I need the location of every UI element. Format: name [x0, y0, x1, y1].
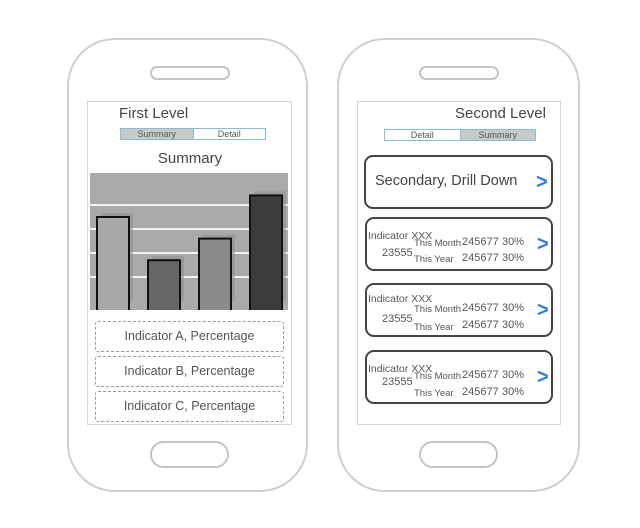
right-tab-bar: Detail Summary	[384, 129, 536, 141]
chevron-right-icon[interactable]: >	[537, 367, 549, 388]
chevron-right-icon[interactable]: >	[537, 300, 549, 321]
card-year-value: 245677	[462, 252, 499, 264]
left-page-title: First Level	[119, 105, 189, 122]
indicator-card[interactable]: Indicator XXX 23555 This Month 245677 30…	[365, 350, 553, 404]
card-year-pct: 30%	[502, 252, 525, 264]
bar-chart-svg	[90, 191, 288, 310]
card-year-label: This Year	[414, 254, 454, 265]
indicator-c-label: Indicator C, Percentage	[123, 399, 256, 413]
card-month-pct: 30%	[502, 302, 525, 314]
card-month-label: This Month	[414, 371, 461, 382]
drill-down-button[interactable]: Secondary, Drill Down >	[364, 155, 553, 209]
card-month-value: 245677	[462, 236, 499, 248]
card-indicator-value: 23555	[382, 313, 413, 325]
card-year-label: This Year	[414, 388, 454, 399]
card-indicator-value: 23555	[382, 247, 413, 259]
chart-bar[interactable]	[249, 194, 283, 310]
left-section-subtitle: Summary	[157, 150, 223, 167]
card-year-pct: 30%	[502, 386, 525, 398]
card-month-pct: 30%	[502, 369, 525, 381]
right-tab-summary[interactable]: Summary	[459, 130, 535, 140]
drill-down-label: Secondary, Drill Down	[375, 173, 518, 189]
indicator-b-box[interactable]: Indicator B, Percentage	[95, 356, 284, 387]
card-month-label: This Month	[414, 238, 461, 249]
indicator-c-box[interactable]: Indicator C, Percentage	[95, 391, 284, 422]
indicator-card[interactable]: Indicator XXX 23555 This Month 245677 30…	[365, 217, 553, 271]
left-tab-detail[interactable]: Detail	[192, 129, 265, 139]
right-page-title: Second Level	[455, 105, 546, 122]
chart-bar[interactable]	[147, 259, 181, 310]
card-year-value: 245677	[462, 319, 499, 331]
indicator-a-label: Indicator A, Percentage	[124, 329, 255, 343]
card-month-value: 245677	[462, 302, 499, 314]
left-phone-home-button[interactable]	[150, 441, 229, 468]
right-tab-detail[interactable]: Detail	[385, 130, 460, 140]
indicator-b-label: Indicator B, Percentage	[124, 364, 255, 378]
card-year-value: 245677	[462, 386, 499, 398]
chevron-right-icon[interactable]: >	[536, 172, 548, 193]
card-year-pct: 30%	[502, 319, 525, 331]
left-tab-summary[interactable]: Summary	[121, 129, 193, 139]
chart-bar[interactable]	[198, 237, 232, 310]
chart-bar[interactable]	[96, 216, 130, 310]
card-month-value: 245677	[462, 369, 499, 381]
card-indicator-value: 23555	[382, 376, 413, 388]
chevron-right-icon[interactable]: >	[537, 234, 549, 255]
left-phone-speaker	[150, 66, 230, 80]
right-phone-speaker	[419, 66, 499, 80]
bar-chart	[90, 173, 288, 310]
card-month-label: This Month	[414, 304, 461, 315]
card-year-label: This Year	[414, 322, 454, 333]
indicator-card[interactable]: Indicator XXX 23555 This Month 245677 30…	[365, 283, 553, 337]
left-tab-bar: Summary Detail	[120, 128, 266, 140]
indicator-a-box[interactable]: Indicator A, Percentage	[95, 321, 284, 352]
right-phone-home-button[interactable]	[419, 441, 498, 468]
card-month-pct: 30%	[502, 236, 525, 248]
